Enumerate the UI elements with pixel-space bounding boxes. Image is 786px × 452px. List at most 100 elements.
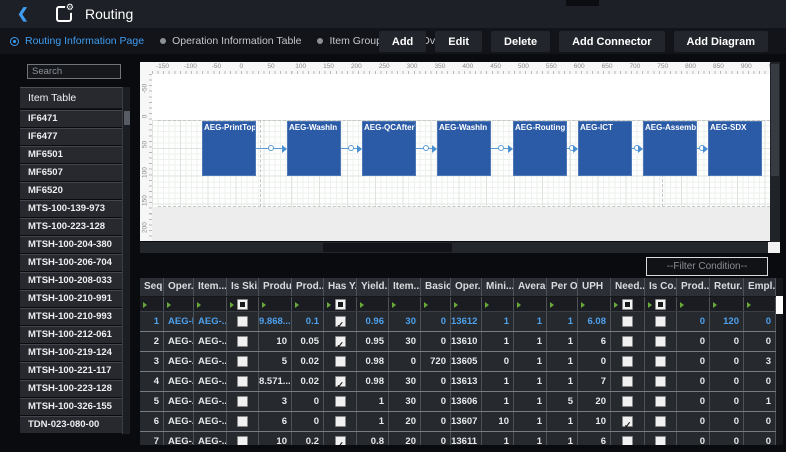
checkbox[interactable] bbox=[335, 416, 346, 427]
table-cell-sequ[interactable]: 4 bbox=[140, 372, 164, 391]
table-cell-is-ski[interactable] bbox=[227, 312, 259, 331]
sidebar-item-mtsh-100-221-117[interactable]: MTSH-100-221-117 bbox=[20, 362, 122, 379]
table-cell-is-ski[interactable] bbox=[227, 352, 259, 371]
table-cell-is-ski[interactable] bbox=[227, 412, 259, 431]
table-cell-produ[interactable]: 10 bbox=[259, 332, 292, 351]
diagram-node-aeg-washin[interactable]: AEG-WashIn bbox=[287, 121, 341, 176]
table-cell-uph[interactable]: 0 bbox=[578, 352, 611, 371]
table-cell-mini[interactable]: 1 bbox=[482, 392, 514, 411]
table-cell-prod[interactable]: 0.02 bbox=[292, 372, 324, 391]
table-cell-has-y[interactable] bbox=[324, 412, 357, 431]
column-header-item[interactable]: Item... bbox=[389, 278, 421, 296]
table-cell-oper[interactable]: 13605 bbox=[451, 352, 482, 371]
checkbox[interactable] bbox=[237, 396, 248, 407]
column-header-sequ[interactable]: Sequ... bbox=[140, 278, 164, 296]
filter-cell-is-ski[interactable] bbox=[227, 297, 259, 311]
table-cell-empl[interactable]: 3 bbox=[744, 352, 776, 371]
filter-checkbox[interactable] bbox=[655, 299, 666, 310]
filter-cell-oper[interactable] bbox=[164, 297, 194, 311]
filter-condition-input[interactable] bbox=[646, 257, 768, 276]
table-cell-basic[interactable]: 0 bbox=[421, 372, 451, 391]
column-header-avera[interactable]: Avera... bbox=[514, 278, 547, 296]
table-cell-empl[interactable]: 0 bbox=[744, 412, 776, 431]
table-cell-item[interactable]: AEG-... bbox=[194, 412, 227, 431]
table-cell-uph[interactable]: 6.08 bbox=[578, 312, 611, 331]
connector[interactable] bbox=[567, 143, 578, 154]
table-cell-yield[interactable]: 0.8 bbox=[357, 432, 389, 445]
filter-cell-item[interactable] bbox=[194, 297, 227, 311]
sidebar-item-mtsh-100-223-128[interactable]: MTSH-100-223-128 bbox=[20, 380, 122, 397]
column-header-oper[interactable]: Oper... bbox=[164, 278, 194, 296]
table-cell-produ[interactable]: 8.571... bbox=[259, 372, 292, 391]
table-cell-item[interactable]: 30 bbox=[389, 392, 421, 411]
filter-cell-item[interactable] bbox=[389, 297, 421, 311]
connector[interactable] bbox=[632, 143, 643, 154]
back-icon[interactable]: ❮ bbox=[17, 5, 29, 22]
table-cell-sequ[interactable]: 7 bbox=[140, 432, 164, 445]
filter-cell-mini[interactable] bbox=[482, 297, 514, 311]
table-cell-mini[interactable]: 1 bbox=[482, 332, 514, 351]
table-cell-item[interactable]: 30 bbox=[389, 332, 421, 351]
checkbox[interactable] bbox=[237, 416, 248, 427]
checkbox[interactable] bbox=[335, 376, 346, 387]
checkbox[interactable] bbox=[655, 396, 666, 407]
table-cell-prod[interactable]: 0 bbox=[292, 412, 324, 431]
table-cell-is-co[interactable] bbox=[645, 412, 677, 431]
checkbox[interactable] bbox=[237, 376, 248, 387]
column-header-is-ski[interactable]: Is Ski... bbox=[227, 278, 259, 296]
table-cell-is-ski[interactable] bbox=[227, 392, 259, 411]
table-cell-prod[interactable]: 0 bbox=[677, 432, 710, 445]
checkbox[interactable] bbox=[655, 356, 666, 367]
sidebar-item-mf6507[interactable]: MF6507 bbox=[20, 164, 122, 181]
table-cell-is-ski[interactable] bbox=[227, 372, 259, 391]
column-header-produ[interactable]: Produ... bbox=[259, 278, 292, 296]
table-cell-oper[interactable]: AEG-... bbox=[164, 352, 194, 371]
checkbox[interactable] bbox=[237, 356, 248, 367]
table-cell-need[interactable] bbox=[611, 372, 645, 391]
filter-cell-yield[interactable] bbox=[357, 297, 389, 311]
sidebar-item-mtsh-100-326-155[interactable]: MTSH-100-326-155 bbox=[20, 398, 122, 415]
checkbox[interactable] bbox=[622, 336, 633, 347]
table-vscroll-thumb[interactable] bbox=[776, 296, 783, 314]
table-cell-produ[interactable]: 6 bbox=[259, 412, 292, 431]
diagram-vertical-scrollbar[interactable] bbox=[770, 62, 780, 242]
checkbox[interactable] bbox=[655, 416, 666, 427]
table-row[interactable]: 4AEG-...AEG-...8.571...0.020.98300136131… bbox=[140, 372, 776, 392]
diagram-vscroll-thumb[interactable] bbox=[771, 64, 779, 176]
column-header-item[interactable]: Item... bbox=[194, 278, 227, 296]
table-cell-avera[interactable]: 1 bbox=[514, 392, 547, 411]
table-cell-prod[interactable]: 0.05 bbox=[292, 332, 324, 351]
sidebar-item-mtsh-100-206-704[interactable]: MTSH-100-206-704 bbox=[20, 254, 122, 271]
table-cell-item[interactable]: AEG-... bbox=[194, 352, 227, 371]
table-cell-is-co[interactable] bbox=[645, 372, 677, 391]
table-cell-per-o[interactable]: 1 bbox=[547, 332, 578, 351]
table-cell-per-o[interactable]: 1 bbox=[547, 312, 578, 331]
sidebar-item-mtsh-100-204-380[interactable]: MTSH-100-204-380 bbox=[20, 236, 122, 253]
table-cell-is-co[interactable] bbox=[645, 392, 677, 411]
table-cell-yield[interactable]: 1 bbox=[357, 392, 389, 411]
table-cell-empl[interactable]: 1 bbox=[744, 392, 776, 411]
sidebar-item-mtsh-100-212-061[interactable]: MTSH-100-212-061 bbox=[20, 326, 122, 343]
diagram-canvas[interactable]: AEG-PrintTopAEG-WashInAEG-QCAfterWAEG-Wa… bbox=[152, 74, 770, 241]
filter-cell-is-co[interactable] bbox=[645, 297, 677, 311]
table-cell-yield[interactable]: 0.98 bbox=[357, 372, 389, 391]
checkbox[interactable] bbox=[622, 356, 633, 367]
column-header-empl[interactable]: Empl... bbox=[744, 278, 776, 296]
table-cell-avera[interactable]: 1 bbox=[514, 332, 547, 351]
filter-checkbox[interactable] bbox=[335, 299, 346, 310]
table-cell-oper[interactable]: 13610 bbox=[451, 332, 482, 351]
connector[interactable] bbox=[256, 143, 287, 154]
sidebar-item-mf6520[interactable]: MF6520 bbox=[20, 182, 122, 199]
checkbox[interactable] bbox=[622, 376, 633, 387]
table-cell-retur[interactable]: 0 bbox=[710, 352, 744, 371]
table-cell-prod[interactable]: 0 bbox=[292, 392, 324, 411]
connector[interactable] bbox=[491, 143, 513, 154]
sidebar-item-tdn-023-080-00[interactable]: TDN-023-080-00 bbox=[20, 416, 122, 433]
table-cell-is-co[interactable] bbox=[645, 432, 677, 445]
filter-cell-sequ[interactable] bbox=[140, 297, 164, 311]
table-cell-oper[interactable]: 13611 bbox=[451, 432, 482, 445]
checkbox[interactable] bbox=[335, 316, 346, 327]
filter-cell-has-y[interactable] bbox=[324, 297, 357, 311]
table-cell-mini[interactable]: 1 bbox=[482, 312, 514, 331]
table-cell-item[interactable]: AEG-... bbox=[194, 332, 227, 351]
